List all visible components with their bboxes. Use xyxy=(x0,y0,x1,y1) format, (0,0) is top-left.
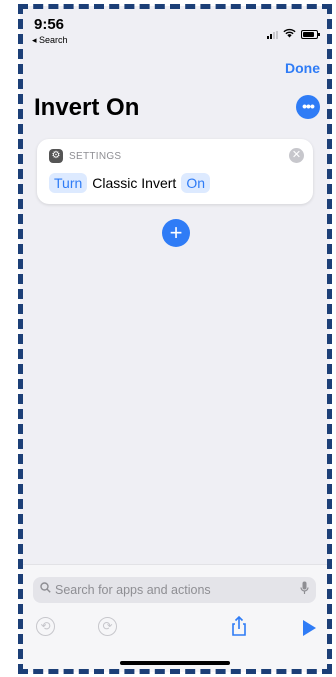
status-time: 9:56 xyxy=(34,16,65,33)
done-button[interactable]: Done xyxy=(285,60,320,76)
bottom-panel: Search for apps and actions ⟲ ⟳ xyxy=(20,564,330,672)
more-options-button[interactable]: ••• xyxy=(296,95,320,119)
microphone-icon[interactable] xyxy=(300,581,309,598)
cellular-signal-icon xyxy=(267,30,278,39)
verb-parameter[interactable]: Turn xyxy=(49,173,88,193)
remove-action-button[interactable]: ✕ xyxy=(289,148,304,163)
editor-toolbar: ⟲ ⟳ xyxy=(20,615,330,641)
shortcut-title: Invert On xyxy=(34,94,140,121)
action-parameters: Turn Classic Invert On xyxy=(49,173,210,193)
status-icons xyxy=(267,28,320,41)
wifi-icon xyxy=(283,28,296,41)
search-icon xyxy=(40,582,51,596)
redo-icon[interactable]: ⟳ xyxy=(98,617,117,636)
action-app-name: SETTINGS xyxy=(69,150,122,162)
action-card-header: ⚙ SETTINGS xyxy=(49,149,121,163)
battery-icon xyxy=(301,30,320,39)
undo-icon[interactable]: ⟲ xyxy=(36,617,55,636)
search-input[interactable]: Search for apps and actions xyxy=(55,583,211,597)
screen: 9:56 ◂ Search Done Invert On ••• ⚙ SETTI… xyxy=(20,6,330,672)
back-to-search-link[interactable]: ◂ Search xyxy=(32,35,68,46)
share-icon[interactable] xyxy=(228,615,250,637)
gear-icon: ⚙ xyxy=(49,149,63,163)
state-parameter[interactable]: On xyxy=(181,173,210,193)
home-indicator xyxy=(120,661,230,665)
play-icon[interactable] xyxy=(303,620,316,636)
status-bar: 9:56 ◂ Search xyxy=(32,16,320,46)
search-bar[interactable]: Search for apps and actions xyxy=(33,577,316,603)
add-action-button[interactable]: + xyxy=(162,219,190,247)
action-card[interactable]: ⚙ SETTINGS ✕ Turn Classic Invert On xyxy=(37,139,313,204)
setting-name: Classic Invert xyxy=(92,175,177,191)
